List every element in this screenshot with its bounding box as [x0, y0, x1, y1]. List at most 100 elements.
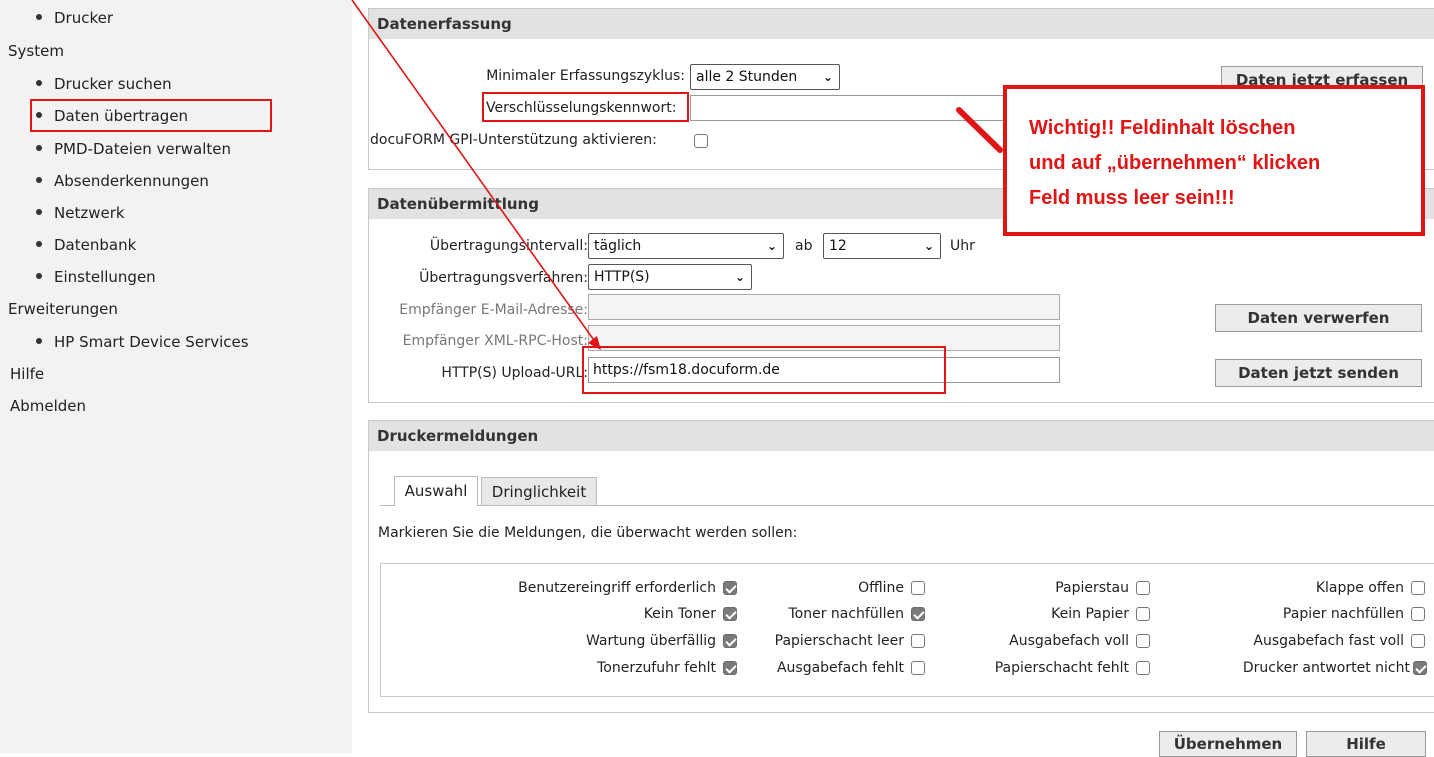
message-label: Klappe offen — [1315, 580, 1404, 596]
sidebar-item-einstellungen[interactable]: Einstellungen — [36, 268, 156, 286]
sidebar-item-label: HP Smart Device Services — [54, 333, 249, 351]
instruction-text: Markieren Sie die Meldungen, die überwac… — [378, 525, 798, 541]
chevron-down-icon: ⌄ — [734, 270, 745, 284]
sidebar-item-label: Netzwerk — [54, 204, 125, 222]
message-label: Drucker antwortet nicht — [1242, 660, 1410, 676]
label-gpi: docuFORM GPI-Unterstützung aktivieren: — [370, 132, 657, 148]
chevron-down-icon: ⌄ — [923, 239, 934, 253]
message-label: Wartung überfällig — [585, 633, 716, 649]
annotation-line: Wichtig!! Feldinhalt löschen — [1029, 117, 1296, 139]
label-ab: ab — [795, 238, 813, 254]
sidebar-item-label: Einstellungen — [54, 268, 156, 286]
checkbox-benutzereingriff[interactable] — [723, 581, 737, 595]
bullet-icon — [36, 111, 42, 118]
message-label: Ausgabefach fast voll — [1253, 633, 1404, 649]
select-ab-uhrzeit[interactable]: 12 ⌄ — [823, 233, 941, 259]
daten-senden-button[interactable]: Daten jetzt senden — [1215, 359, 1422, 387]
sidebar-item-hp-smart-device-services[interactable]: HP Smart Device Services — [36, 333, 249, 351]
sidebar-item-label: Drucker — [54, 9, 114, 27]
message-label: Papierstau — [1055, 580, 1129, 596]
sidebar-item-hilfe[interactable]: Hilfe — [10, 365, 44, 383]
sidebar-item-pmd-dateien[interactable]: PMD-Dateien verwalten — [36, 140, 231, 158]
email-input[interactable] — [588, 294, 1060, 320]
daten-verwerfen-button[interactable]: Daten verwerfen — [1215, 304, 1422, 332]
label-uhr: Uhr — [950, 238, 975, 254]
sidebar-item-drucker-suchen[interactable]: Drucker suchen — [36, 75, 172, 93]
upload-url-input[interactable]: https://fsm18.docuform.de — [588, 357, 1060, 383]
message-label: Benutzereingriff erforderlich — [518, 580, 716, 596]
panel-title-druckermeldungen: Druckermeldungen — [369, 421, 1434, 451]
checkbox-klappe-offen[interactable] — [1411, 581, 1425, 595]
sidebar-item-daten-uebertragen[interactable]: Daten übertragen — [36, 107, 188, 125]
label-erfassungszyklus: Minimaler Erfassungszyklus: — [486, 68, 685, 84]
label-kennwort: Verschlüsselungskennwort: — [486, 100, 677, 116]
checkbox-papierschacht-leer[interactable] — [911, 634, 925, 648]
bullet-icon — [36, 13, 42, 20]
sidebar-item-abmelden[interactable]: Abmelden — [10, 397, 86, 415]
gpi-checkbox[interactable] — [694, 134, 708, 148]
checkbox-kein-toner[interactable] — [723, 607, 737, 621]
select-value: täglich — [594, 238, 642, 254]
checkbox-tonerzufuhr[interactable] — [723, 661, 737, 675]
checkbox-toner-nachfuellen[interactable] — [911, 607, 925, 621]
bullet-icon — [36, 144, 42, 151]
sidebar-item-drucker[interactable]: Drucker — [36, 9, 113, 27]
message-label: Papierschacht leer — [774, 633, 904, 649]
annotation-line: Feld muss leer sein!!! — [1029, 187, 1235, 209]
sidebar-item-datenbank[interactable]: Datenbank — [36, 236, 136, 254]
sidebar-item-netzwerk[interactable]: Netzwerk — [36, 204, 125, 222]
sidebar-item-label: Datenbank — [54, 236, 137, 254]
sidebar-item-label: Daten übertragen — [54, 107, 189, 125]
chevron-down-icon: ⌄ — [822, 70, 833, 84]
sidebar-item-label: Drucker suchen — [54, 75, 172, 93]
checkbox-wartung[interactable] — [723, 634, 737, 648]
message-label: Kein Papier — [1051, 606, 1129, 622]
sidebar: Drucker System Drucker suchen Daten über… — [0, 0, 352, 753]
bullet-icon — [36, 240, 42, 247]
checkbox-offline[interactable] — [911, 581, 925, 595]
checkbox-ausgabefach-fast-voll[interactable] — [1411, 634, 1425, 648]
message-label: Tonerzufuhr fehlt — [597, 660, 716, 676]
checkbox-papierschacht-fehlt[interactable] — [1136, 661, 1150, 675]
bullet-icon — [36, 337, 42, 344]
select-value: 12 — [829, 238, 847, 254]
message-label: Toner nachfüllen — [788, 606, 904, 622]
chevron-down-icon: ⌄ — [766, 239, 777, 253]
tab-dringlichkeit[interactable]: Dringlichkeit — [481, 477, 597, 505]
label-verfahren: Übertragungsverfahren: — [419, 270, 588, 286]
checkbox-ausgabefach-fehlt[interactable] — [911, 661, 925, 675]
uebernehmen-button[interactable]: Übernehmen — [1159, 731, 1297, 757]
checkbox-ausgabefach-voll[interactable] — [1136, 634, 1150, 648]
label-upload-url: HTTP(S) Upload-URL: — [441, 365, 588, 381]
label-intervall: Übertragungsintervall: — [429, 238, 588, 254]
sidebar-item-label: PMD-Dateien verwalten — [54, 140, 231, 158]
panel-title-datenerfassung: Datenerfassung — [369, 9, 1434, 39]
kennwort-input[interactable] — [690, 95, 1050, 121]
select-value: alle 2 Stunden — [696, 69, 798, 85]
annotation-text: Wichtig!! Feldinhalt löschen und auf „üb… — [1029, 111, 1320, 216]
select-intervall[interactable]: täglich ⌄ — [588, 233, 784, 259]
hilfe-button[interactable]: Hilfe — [1306, 731, 1426, 757]
sidebar-section-erweiterungen[interactable]: Erweiterungen — [8, 300, 118, 318]
message-label: Papierschacht fehlt — [994, 660, 1129, 676]
bullet-icon — [36, 272, 42, 279]
bullet-icon — [36, 79, 42, 86]
tab-auswahl[interactable]: Auswahl — [394, 476, 478, 506]
sidebar-section-system[interactable]: System — [8, 42, 64, 60]
bullet-icon — [36, 208, 42, 215]
select-verfahren[interactable]: HTTP(S) ⌄ — [588, 264, 752, 290]
label-xmlrpc: Empfänger XML-RPC-Host: — [402, 333, 588, 349]
checkbox-papier-nachfuellen[interactable] — [1411, 607, 1425, 621]
message-label: Kein Toner — [643, 606, 716, 622]
sidebar-item-absenderkennungen[interactable]: Absenderkennungen — [36, 172, 209, 190]
message-label: Papier nachfüllen — [1282, 606, 1404, 622]
select-value: HTTP(S) — [594, 269, 650, 285]
label-email: Empfänger E-Mail-Adresse: — [399, 302, 588, 318]
select-erfassungszyklus[interactable]: alle 2 Stunden ⌄ — [690, 64, 840, 90]
xmlrpc-input[interactable] — [588, 325, 1060, 351]
checkbox-papierstau[interactable] — [1136, 581, 1150, 595]
checkbox-kein-papier[interactable] — [1136, 607, 1150, 621]
checkbox-drucker-antwortet-nicht[interactable] — [1413, 661, 1427, 675]
message-label: Ausgabefach fehlt — [776, 660, 904, 676]
bullet-icon — [36, 176, 42, 183]
